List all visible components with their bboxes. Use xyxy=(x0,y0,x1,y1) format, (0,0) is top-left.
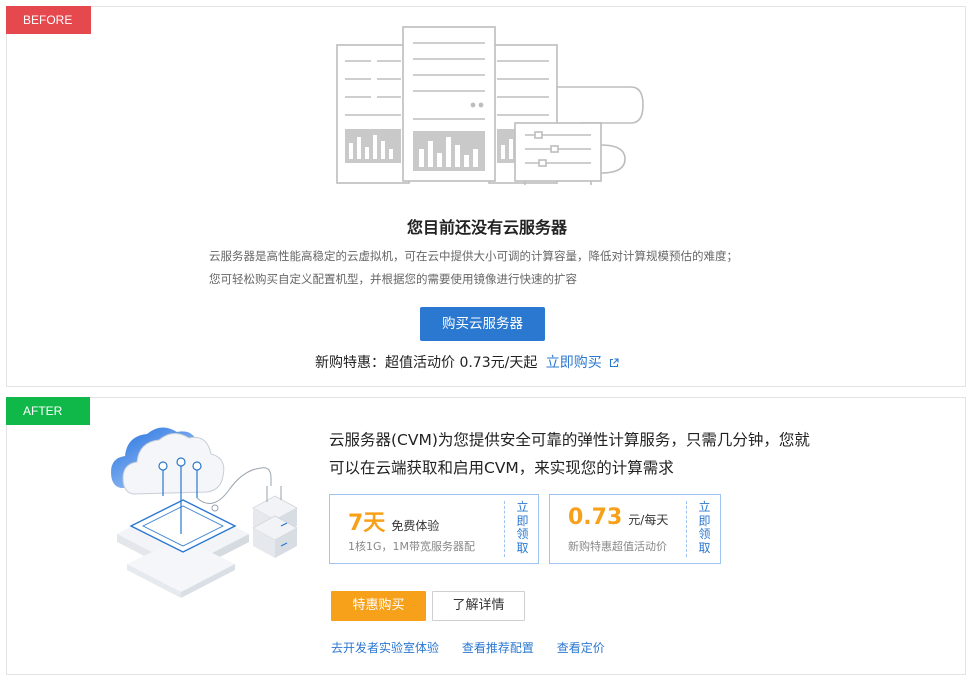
empty-state-title: 您目前还没有云服务器 xyxy=(406,218,567,237)
claim-free-trial-button[interactable]: 立 即 领 取 xyxy=(504,500,538,557)
claim-char[interactable]: 立 xyxy=(507,500,538,515)
claim-char[interactable]: 即 xyxy=(689,514,720,529)
empty-state-description-line2: 您可轻松购买自定义配置机型，并根据您的需要使用镜像进行快速的扩容 xyxy=(209,272,577,286)
before-tag: BEFORE xyxy=(6,6,91,34)
daily-price: 0.73 xyxy=(568,505,623,530)
free-trial-days: 7天 xyxy=(348,511,386,536)
promo-line: 新购特惠：超值活动价 0.73元/天起 立即购买 xyxy=(315,352,619,372)
service-intro-line1: 云服务器(CVM)为您提供安全可靠的弹性计算服务，只需几分钟，您就 xyxy=(329,431,810,449)
free-trial-value: 7天 免费体验 xyxy=(348,505,439,537)
server-rack-illustration xyxy=(336,26,644,185)
service-intro: 云服务器(CVM)为您提供安全可靠的弹性计算服务，只需几分钟，您就 可以在云端获… xyxy=(329,426,869,482)
promo-text: 新购特惠：超值活动价 0.73元/天起 xyxy=(315,355,538,371)
claim-char[interactable]: 取 xyxy=(689,541,720,556)
external-link-icon xyxy=(610,358,619,368)
daily-price-value: 0.73 元/每天 xyxy=(568,505,668,530)
pricing-link[interactable]: 查看定价 xyxy=(557,641,605,655)
cloud-network-illustration xyxy=(111,427,298,598)
daily-price-desc: 新购特惠超值活动价 xyxy=(568,540,667,553)
daily-price-card: 0.73 元/每天 新购特惠超值活动价 立 即 领 取 xyxy=(549,494,721,564)
before-panel: BEFORE 您目前还没有云服务器 云服务器是高性能高稳定的云虚拟机，可在云中提… xyxy=(6,6,966,387)
buy-now-link[interactable]: 立即购买 xyxy=(546,355,619,371)
buy-now-link-label[interactable]: 立即购买 xyxy=(546,355,602,371)
after-panel: AFTER 云服务器(CVM)为您提供安全可靠的弹性计算服务，只需几分钟，您就 … xyxy=(6,397,966,675)
buy-cloud-server-button[interactable]: 购买云服务器 xyxy=(420,307,545,341)
claim-char[interactable]: 领 xyxy=(689,527,720,542)
free-trial-unit: 免费体验 xyxy=(391,519,440,533)
quick-links: 去开发者实验室体验 查看推荐配置 查看定价 xyxy=(331,639,624,656)
daily-price-unit: 元/每天 xyxy=(628,513,669,527)
free-trial-card: 7天 免费体验 1核1G，1M带宽服务器配 立 即 领 取 xyxy=(329,494,539,564)
recommended-config-link[interactable]: 查看推荐配置 xyxy=(462,641,534,655)
dev-lab-link[interactable]: 去开发者实验室体验 xyxy=(331,641,439,655)
after-tag: AFTER xyxy=(6,397,90,425)
special-purchase-button[interactable]: 特惠购买 xyxy=(331,591,426,621)
claim-char[interactable]: 即 xyxy=(507,514,538,529)
free-trial-config: 1核1G，1M带宽服务器配 xyxy=(348,540,476,553)
service-intro-line2: 可以在云端获取和启用CVM，来实现您的计算需求 xyxy=(329,459,674,477)
claim-char[interactable]: 立 xyxy=(689,500,720,515)
claim-char[interactable]: 取 xyxy=(507,541,538,556)
learn-more-button[interactable]: 了解详情 xyxy=(432,591,525,621)
claim-discount-button[interactable]: 立 即 领 取 xyxy=(686,500,720,557)
empty-state-description-line1: 云服务器是高性能高稳定的云虚拟机，可在云中提供大小可调的计算容量，降低对计算规模… xyxy=(209,249,738,263)
claim-char[interactable]: 领 xyxy=(507,527,538,542)
